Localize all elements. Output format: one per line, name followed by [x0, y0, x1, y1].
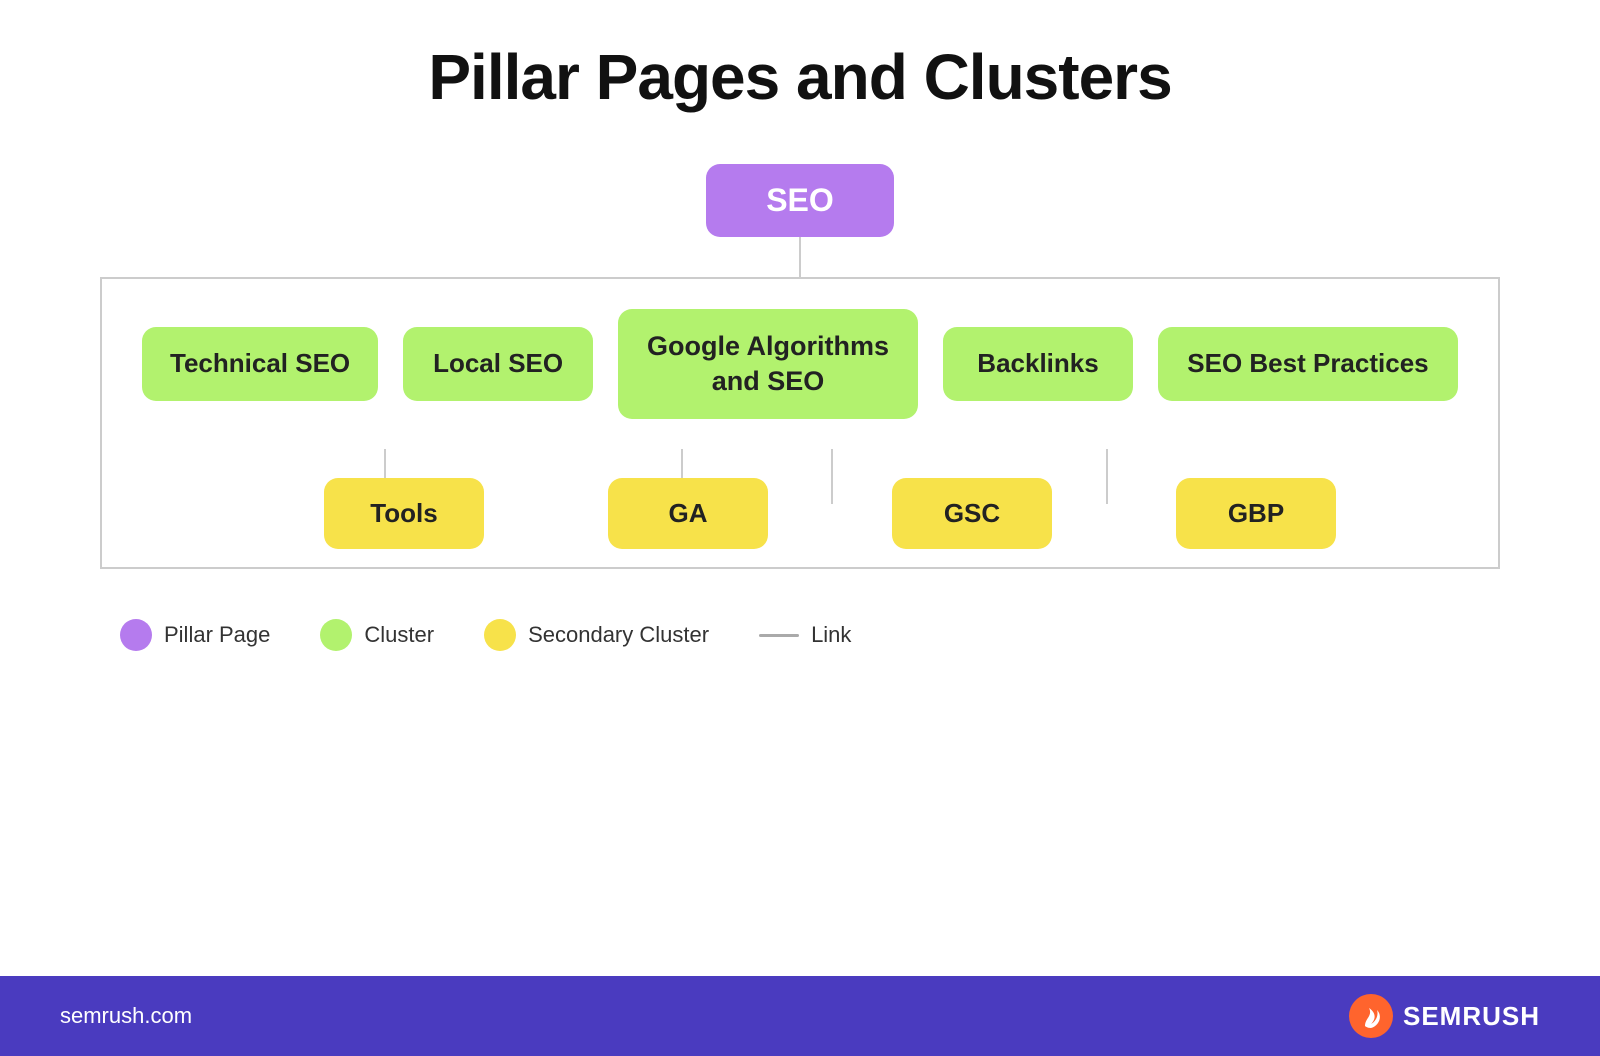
legend-label-secondary: Secondary Cluster [528, 622, 709, 648]
footer: semrush.com SEMRUSH [0, 976, 1600, 1056]
node-google-algorithms: Google Algorithms and SEO [618, 309, 918, 419]
node-local-seo: Local SEO [403, 327, 593, 401]
middle-section: Technical SEO Local SEO Google Algorithm… [100, 277, 1500, 449]
legend-cluster: Cluster [320, 619, 434, 651]
semrush-brand-text: SEMRUSH [1403, 1001, 1540, 1032]
seo-node: SEO [706, 164, 894, 237]
footer-url: semrush.com [60, 1003, 192, 1029]
semrush-logo: SEMRUSH [1349, 994, 1540, 1038]
legend-label-pillar: Pillar Page [164, 622, 270, 648]
legend: Pillar Page Cluster Secondary Cluster Li… [120, 619, 851, 651]
legend-link: Link [759, 622, 851, 648]
node-tools: Tools [324, 478, 484, 549]
legend-circle-purple [120, 619, 152, 651]
legend-label-cluster: Cluster [364, 622, 434, 648]
semrush-icon [1349, 994, 1393, 1038]
node-technical-seo: Technical SEO [142, 327, 378, 401]
top-section: SEO [60, 164, 1540, 277]
legend-line-gray [759, 634, 799, 637]
bottom-nodes-row: Tools GA GSC GBP [102, 478, 1498, 549]
legend-pillar-page: Pillar Page [120, 619, 270, 651]
node-gbp: GBP [1176, 478, 1336, 549]
node-gsc: GSC [892, 478, 1052, 549]
diagram: SEO Technical SEO Local SEO Google Algor… [60, 164, 1540, 569]
node-seo-best-practices: SEO Best Practices [1158, 327, 1458, 401]
legend-circle-green [320, 619, 352, 651]
page-title: Pillar Pages and Clusters [428, 40, 1171, 114]
node-ga: GA [608, 478, 768, 549]
vertical-connector-top [799, 237, 801, 277]
legend-circle-yellow [484, 619, 516, 651]
middle-box: Technical SEO Local SEO Google Algorithm… [100, 277, 1500, 449]
legend-label-link: Link [811, 622, 851, 648]
node-backlinks: Backlinks [943, 327, 1133, 401]
bottom-section: Tools GA GSC GBP [100, 449, 1500, 569]
top-node-container: SEO [706, 164, 894, 237]
legend-secondary-cluster: Secondary Cluster [484, 619, 709, 651]
